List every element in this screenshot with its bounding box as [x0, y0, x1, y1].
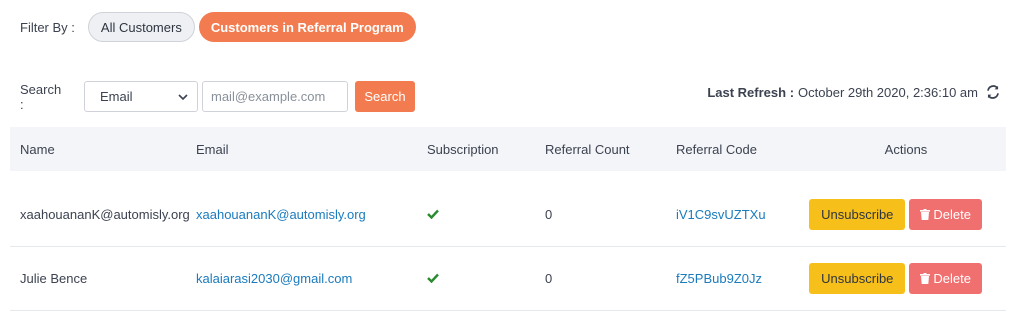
- trash-icon: [920, 209, 931, 220]
- filter-label: Filter By :: [20, 19, 75, 35]
- row-name: xaahouananK@automisly.org: [20, 207, 190, 222]
- check-icon: [427, 273, 439, 284]
- table-header: Name Email Subscription Referral Count R…: [10, 127, 1006, 171]
- row-subscription: [427, 207, 545, 222]
- table-row: Julie Bence kalaiarasi2030@gmail.com 0 f…: [10, 247, 1006, 311]
- filter-all-customers[interactable]: All Customers: [87, 12, 195, 42]
- table-row: xaahouananK@automisly.org xaahouananK@au…: [10, 183, 1006, 247]
- delete-label: Delete: [933, 207, 971, 222]
- unsubscribe-button[interactable]: Unsubscribe: [809, 263, 906, 294]
- row-actions: Unsubscribe Delete: [809, 199, 996, 230]
- row-referral-code[interactable]: fZ5PBub9Z0Jz: [676, 271, 816, 286]
- delete-button[interactable]: Delete: [909, 199, 982, 230]
- search-field-select[interactable]: Email: [84, 81, 198, 112]
- last-refresh-label: Last Refresh :: [707, 84, 795, 100]
- row-name: Julie Bence: [20, 271, 88, 286]
- search-button[interactable]: Search: [355, 81, 415, 112]
- search-bar: Search : Email mail@example.com Search: [20, 81, 415, 112]
- chevron-down-icon: [178, 93, 188, 100]
- refresh-icon[interactable]: [986, 85, 1000, 99]
- row-actions: Unsubscribe Delete: [809, 263, 996, 294]
- search-label: Search :: [20, 81, 62, 112]
- search-input-placeholder: mail@example.com: [211, 89, 326, 104]
- row-email-link[interactable]: xaahouananK@automisly.org: [196, 207, 427, 222]
- customers-table: Name Email Subscription Referral Count R…: [10, 127, 1006, 311]
- trash-icon: [920, 273, 931, 284]
- header-referral-count: Referral Count: [545, 141, 630, 157]
- row-email-link[interactable]: kalaiarasi2030@gmail.com: [196, 271, 427, 286]
- search-field-value: Email: [100, 89, 133, 104]
- last-refresh: Last Refresh : October 29th 2020, 2:36:1…: [707, 82, 1000, 102]
- delete-button[interactable]: Delete: [909, 263, 982, 294]
- header-email: Email: [196, 141, 229, 157]
- check-icon: [427, 209, 439, 220]
- row-referral-count: 0: [545, 271, 553, 286]
- search-input[interactable]: mail@example.com: [202, 81, 348, 112]
- filter-referral-program[interactable]: Customers in Referral Program: [198, 12, 416, 42]
- row-referral-count: 0: [545, 207, 553, 222]
- header-subscription: Subscription: [427, 141, 499, 157]
- header-name: Name: [20, 141, 55, 157]
- header-actions: Actions: [884, 141, 928, 157]
- filter-bar: Filter By : All Customers Customers in R…: [20, 12, 420, 42]
- delete-label: Delete: [933, 271, 971, 286]
- row-subscription: [427, 271, 545, 286]
- row-referral-code[interactable]: iV1C9svUZTXu: [676, 207, 816, 222]
- header-referral-code: Referral Code: [676, 141, 757, 157]
- unsubscribe-button[interactable]: Unsubscribe: [809, 199, 906, 230]
- last-refresh-value: October 29th 2020, 2:36:10 am: [798, 84, 978, 100]
